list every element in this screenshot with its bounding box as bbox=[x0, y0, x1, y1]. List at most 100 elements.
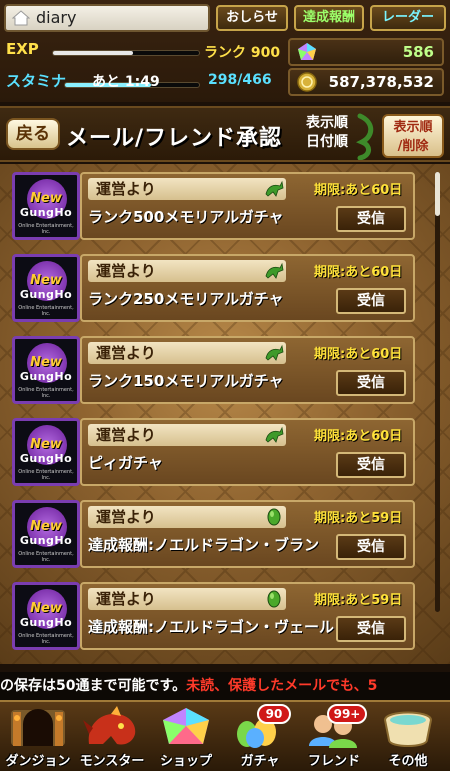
scrollbar[interactable] bbox=[435, 172, 440, 612]
receive-button[interactable]: 受信 bbox=[336, 288, 406, 314]
avatar-logo-new: New bbox=[30, 519, 62, 534]
nav-others[interactable]: その他 bbox=[371, 704, 445, 771]
mail-list[interactable]: New GungHo Online Entertainment, Inc. 運営より期… bbox=[0, 164, 450, 664]
sort-order-line2: 日付順 bbox=[306, 134, 348, 150]
nav-dungeon[interactable]: ダンジョン bbox=[1, 704, 75, 771]
magic-stone-counter[interactable]: 586 bbox=[288, 38, 444, 66]
mail-card[interactable]: 運営より 期限:あと59日 達成報酬:ノエルドラゴン・ブラン 受信 bbox=[80, 500, 415, 568]
status-bar: diary おしらせ 達成報酬 レーダー EXP ランク 900 スタミナ あと… bbox=[0, 0, 450, 102]
avatar-logo-brand: GungHo bbox=[19, 206, 73, 219]
bottom-navigation: ダンジョン モンスター ショップ 90 ガチャ 99+ フレンド その他 bbox=[0, 700, 450, 771]
sort-order-line1: 表示順 bbox=[306, 115, 348, 131]
exp-row: EXP ランク 900 bbox=[4, 38, 282, 66]
mail-sender: 運営より bbox=[88, 260, 286, 282]
dragon-icon bbox=[265, 426, 284, 443]
avatar-logo-tagline: Online Entertainment, Inc. bbox=[18, 633, 74, 645]
home-icon bbox=[12, 10, 30, 26]
sender-avatar: New GungHo Online Entertainment, Inc. bbox=[12, 418, 80, 486]
mail-card[interactable]: 運営より 期限:あと60日 ランク150メモリアルガチャ 受信 bbox=[80, 336, 415, 404]
mail-item[interactable]: New GungHo Online Entertainment, Inc. 運営より 期… bbox=[10, 498, 415, 570]
mail-item[interactable]: New GungHo Online Entertainment, Inc. 運営より 期… bbox=[10, 334, 415, 406]
avatar-logo-new: New bbox=[30, 437, 62, 452]
page-title: メール/フレンド承認 bbox=[66, 126, 283, 151]
receive-button[interactable]: 受信 bbox=[336, 206, 406, 232]
username-field[interactable]: diary bbox=[4, 4, 210, 32]
dragon-icon bbox=[265, 262, 284, 279]
receive-button[interactable]: 受信 bbox=[336, 616, 406, 642]
stamina-timer: あと 1:49 bbox=[92, 74, 160, 90]
receive-button[interactable]: 受信 bbox=[336, 452, 406, 478]
nav-gacha-label: ガチャ bbox=[240, 754, 280, 769]
avatar-logo-brand: GungHo bbox=[19, 370, 73, 383]
dragon-icon bbox=[265, 180, 284, 197]
username-text: diary bbox=[36, 8, 77, 27]
rainbow-gem-icon bbox=[163, 708, 209, 744]
gacha-badge: 90 bbox=[257, 704, 291, 724]
nav-others-label: その他 bbox=[388, 754, 428, 769]
exp-bar bbox=[52, 50, 200, 56]
sort-delete-line1: 表示順 bbox=[393, 120, 433, 135]
news-ticker: の保存は50通まで可能です。未読、保護したメールでも、5 bbox=[0, 672, 450, 700]
mail-sender: 運営より bbox=[88, 342, 286, 364]
mail-item[interactable]: New GungHo Online Entertainment, Inc. 運営より 期… bbox=[10, 416, 415, 488]
mail-card[interactable]: 運営より 期限:あと60日 ピィガチャ 受信 bbox=[80, 418, 415, 486]
mail-card[interactable]: 運営より 期限:あと60日 ランク250メモリアルガチャ 受信 bbox=[80, 254, 415, 322]
ticker-red-text: 未読、保護したメールでも、5 bbox=[186, 678, 378, 694]
avatar-logo-brand: GungHo bbox=[19, 452, 73, 465]
avatar-logo-tagline: Online Entertainment, Inc. bbox=[18, 305, 74, 317]
nav-shop-label: ショップ bbox=[159, 754, 212, 769]
mail-card[interactable]: 運営より 期限:あと59日 達成報酬:ノエルドラゴン・ヴェール 受信 bbox=[80, 582, 415, 650]
mail-deadline: 期限:あと60日 bbox=[314, 265, 403, 280]
avatar-logo-new: New bbox=[30, 191, 62, 206]
mail-sender: 運営より bbox=[88, 178, 286, 200]
mail-deadline: 期限:あと60日 bbox=[314, 183, 403, 198]
avatar-logo-tagline: Online Entertainment, Inc. bbox=[18, 223, 74, 235]
mail-subject: ランク500メモリアルガチャ bbox=[88, 208, 284, 226]
scroll-thumb[interactable] bbox=[435, 172, 440, 216]
coin-counter: 587,378,532 bbox=[288, 68, 444, 96]
mail-sender: 運営より bbox=[88, 424, 286, 446]
exp-bar-fill bbox=[53, 51, 134, 55]
avatar-logo-new: New bbox=[30, 273, 62, 288]
sort-delete-button[interactable]: 表示順 /削除 bbox=[382, 114, 444, 158]
radar-button[interactable]: レーダー bbox=[370, 5, 446, 31]
notice-button[interactable]: おしらせ bbox=[216, 5, 288, 31]
magic-stone-value: 586 bbox=[402, 43, 434, 61]
mail-subject: 達成報酬:ノエルドラゴン・ヴェール bbox=[88, 618, 335, 636]
nav-monster-label: モンスター bbox=[79, 754, 145, 769]
dragon-decoration-icon bbox=[356, 113, 374, 160]
avatar-logo-brand: GungHo bbox=[19, 288, 73, 301]
dragon-icon bbox=[265, 344, 284, 361]
achievement-reward-button[interactable]: 達成報酬 bbox=[294, 5, 364, 31]
mail-item[interactable]: New GungHo Online Entertainment, Inc. 運営より 期… bbox=[10, 170, 415, 242]
nav-monster[interactable]: モンスター bbox=[75, 704, 149, 771]
back-button[interactable]: 戻る bbox=[6, 118, 60, 150]
coin-value: 587,378,532 bbox=[328, 73, 434, 91]
exp-label: EXP bbox=[6, 40, 39, 58]
mail-item[interactable]: New GungHo Online Entertainment, Inc. 運営より 期… bbox=[10, 580, 415, 652]
sender-avatar: New GungHo Online Entertainment, Inc. bbox=[12, 500, 80, 568]
receive-button[interactable]: 受信 bbox=[336, 534, 406, 560]
friend-badge: 99+ bbox=[327, 704, 367, 724]
nav-shop[interactable]: ショップ bbox=[149, 704, 223, 771]
dungeon-gate-icon bbox=[11, 709, 65, 746]
sender-avatar: New GungHo Online Entertainment, Inc. bbox=[12, 582, 80, 650]
sort-order-label: 表示順 日付順 bbox=[296, 114, 358, 152]
mail-subject: 達成報酬:ノエルドラゴン・ブラン bbox=[88, 536, 320, 554]
stamina-label: スタミナ bbox=[6, 72, 67, 90]
egg-icon bbox=[267, 590, 281, 608]
red-dragon-icon bbox=[83, 706, 136, 745]
mail-subject: ピィガチャ bbox=[88, 454, 163, 472]
mail-card[interactable]: 運営より 期限:あと60日ランク500メモリアルガチャ 受信 bbox=[80, 172, 415, 240]
nav-friend[interactable]: 99+ フレンド bbox=[297, 704, 371, 771]
mail-subject: ランク150メモリアルガチャ bbox=[88, 372, 284, 390]
avatar-logo-brand: GungHo bbox=[19, 616, 73, 629]
page-header: 戻る メール/フレンド承認 表示順 日付順 表示順 /削除 bbox=[0, 106, 450, 162]
nav-gacha[interactable]: 90 ガチャ bbox=[223, 704, 297, 771]
receive-button[interactable]: 受信 bbox=[336, 370, 406, 396]
stamina-value: 298/466 bbox=[208, 72, 272, 88]
mail-deadline: 期限:あと59日 bbox=[314, 593, 403, 608]
avatar-logo-tagline: Online Entertainment, Inc. bbox=[18, 387, 74, 399]
avatar-logo-brand: GungHo bbox=[19, 534, 73, 547]
mail-item[interactable]: New GungHo Online Entertainment, Inc. 運営より 期… bbox=[10, 252, 415, 324]
